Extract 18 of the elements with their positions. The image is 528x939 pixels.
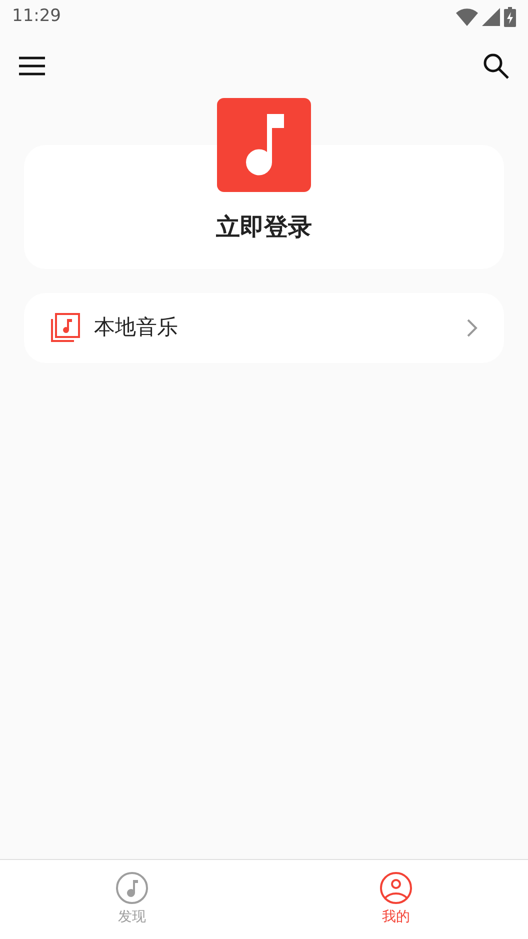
chevron-right-icon — [466, 318, 478, 338]
menu-button[interactable] — [18, 56, 46, 76]
menu-icon — [18, 56, 46, 76]
person-icon — [379, 871, 413, 905]
search-button[interactable] — [482, 52, 510, 80]
app-logo-icon — [217, 98, 311, 192]
nav-tab[interactable]: 我的 — [264, 860, 528, 939]
music-note-icon — [115, 871, 149, 905]
status-time: 11:29 — [12, 5, 61, 28]
signal-icon — [482, 8, 500, 26]
menu-item-label: 本地音乐 — [94, 314, 179, 342]
login-title: 立即登录 — [216, 212, 312, 243]
wifi-icon — [456, 8, 478, 26]
search-icon — [482, 52, 510, 80]
music-library-icon — [50, 313, 80, 343]
login-card[interactable]: 立即登录 — [24, 145, 504, 269]
battery-icon — [504, 7, 516, 27]
menu-item[interactable]: 本地音乐 — [24, 293, 504, 363]
